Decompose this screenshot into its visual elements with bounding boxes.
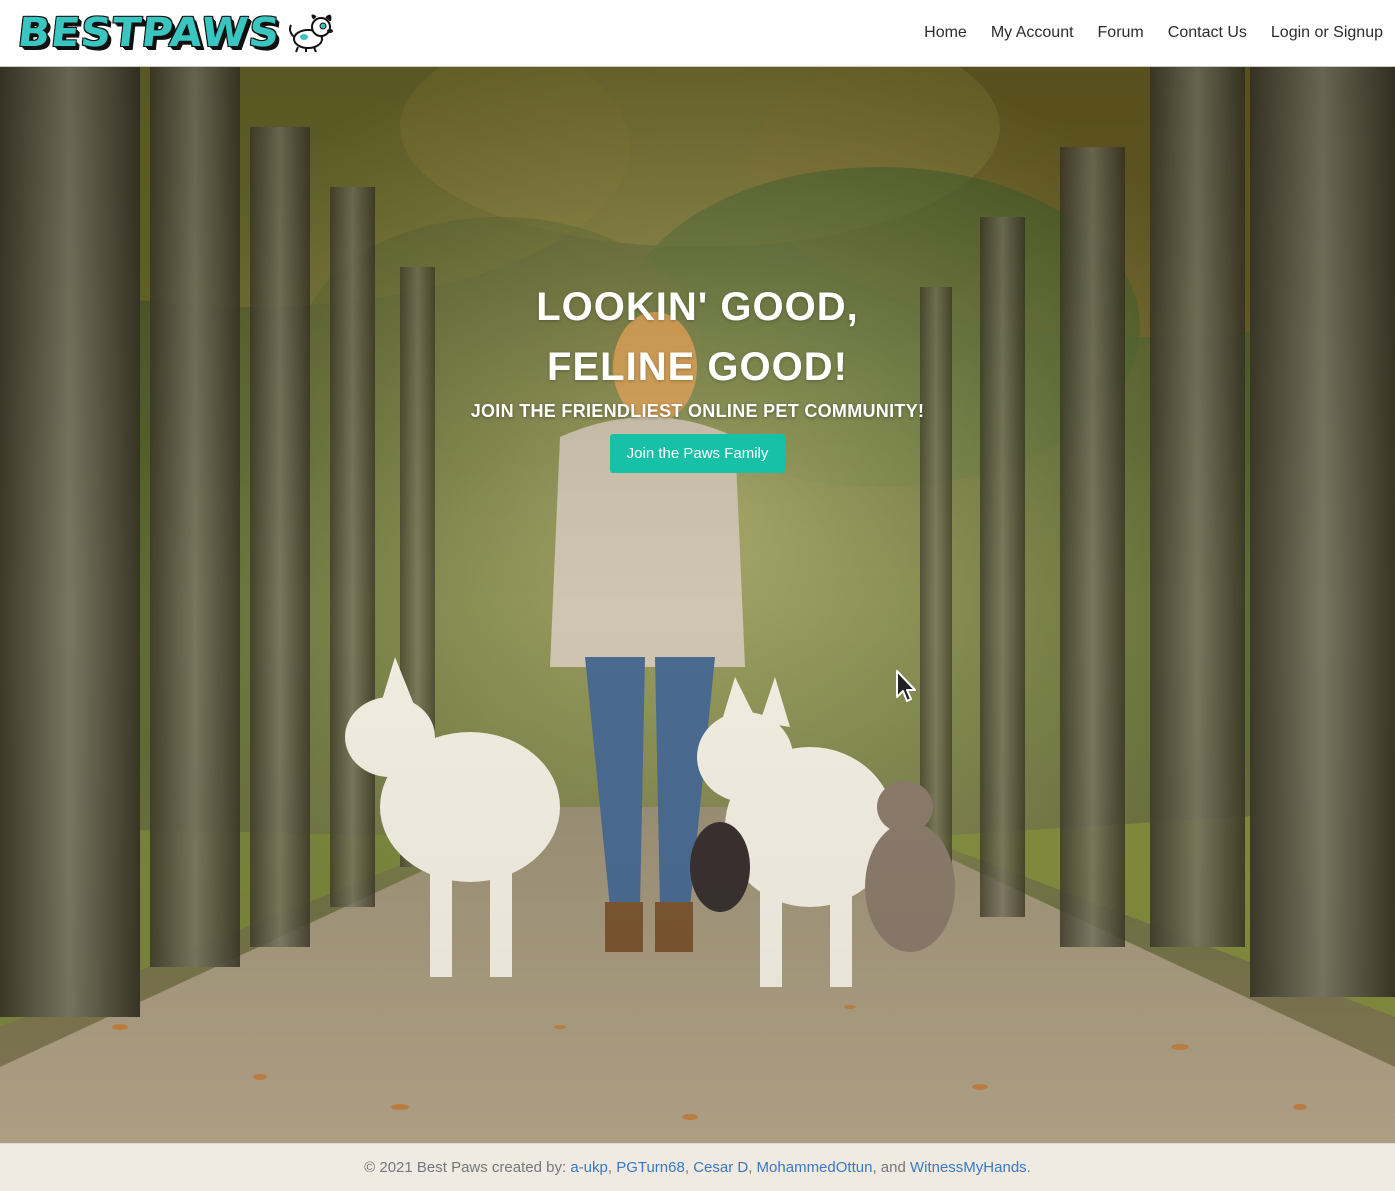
brand-logo-link[interactable]: BESTPAWS xyxy=(15,10,336,56)
main-nav: Home My Account Forum Contact Us Login o… xyxy=(900,0,1383,66)
footer-contributor-link[interactable]: Cesar D xyxy=(693,1159,748,1176)
footer-separator: , xyxy=(607,1159,617,1176)
footer-separator: , xyxy=(748,1159,757,1176)
hero-headline-line2: FELINE GOOD! xyxy=(547,345,848,389)
footer-period: . xyxy=(1026,1159,1031,1176)
nav-my-account[interactable]: My Account xyxy=(991,24,1074,42)
hero-background-image xyxy=(0,67,1395,1143)
nav-contact-us[interactable]: Contact Us xyxy=(1168,24,1247,42)
hero-subheadline: JOIN THE FRIENDLIEST ONLINE PET COMMUNIT… xyxy=(470,401,925,421)
logo-wordmark: BESTPAWS xyxy=(15,10,283,56)
footer-separator: , xyxy=(684,1159,694,1176)
footer-contributor-link[interactable]: a-ukp xyxy=(570,1159,608,1176)
mouse-pointer-icon xyxy=(896,670,916,702)
hero-headline: LOOKIN' GOOD, FELINE GOOD! xyxy=(0,277,1395,397)
site-header: BESTPAWS Home My Account Forum Contact U… xyxy=(0,0,1395,67)
nav-login-signup[interactable]: Login or Signup xyxy=(1271,24,1383,42)
footer-contributor-link[interactable]: MohammedOttun xyxy=(757,1159,873,1176)
footer-copyright: © 2021 Best Paws created by: xyxy=(364,1159,571,1176)
hero-content: LOOKIN' GOOD, FELINE GOOD! JOIN THE FRIE… xyxy=(0,277,1395,473)
nav-forum[interactable]: Forum xyxy=(1098,24,1144,42)
footer-separator: , and xyxy=(872,1159,910,1176)
dog-mascot-icon xyxy=(288,14,333,53)
nav-home[interactable]: Home xyxy=(924,24,967,42)
hero-headline-line1: LOOKIN' GOOD, xyxy=(536,285,859,329)
site-footer: © 2021 Best Paws created by: a-ukp , PGT… xyxy=(0,1143,1395,1191)
footer-contributor-link[interactable]: PGTurn68 xyxy=(616,1159,685,1176)
footer-contributor-link[interactable]: WitnessMyHands xyxy=(910,1159,1027,1176)
join-paws-family-button[interactable]: Join the Paws Family xyxy=(609,434,786,473)
hero-section: LOOKIN' GOOD, FELINE GOOD! JOIN THE FRIE… xyxy=(0,67,1395,1143)
